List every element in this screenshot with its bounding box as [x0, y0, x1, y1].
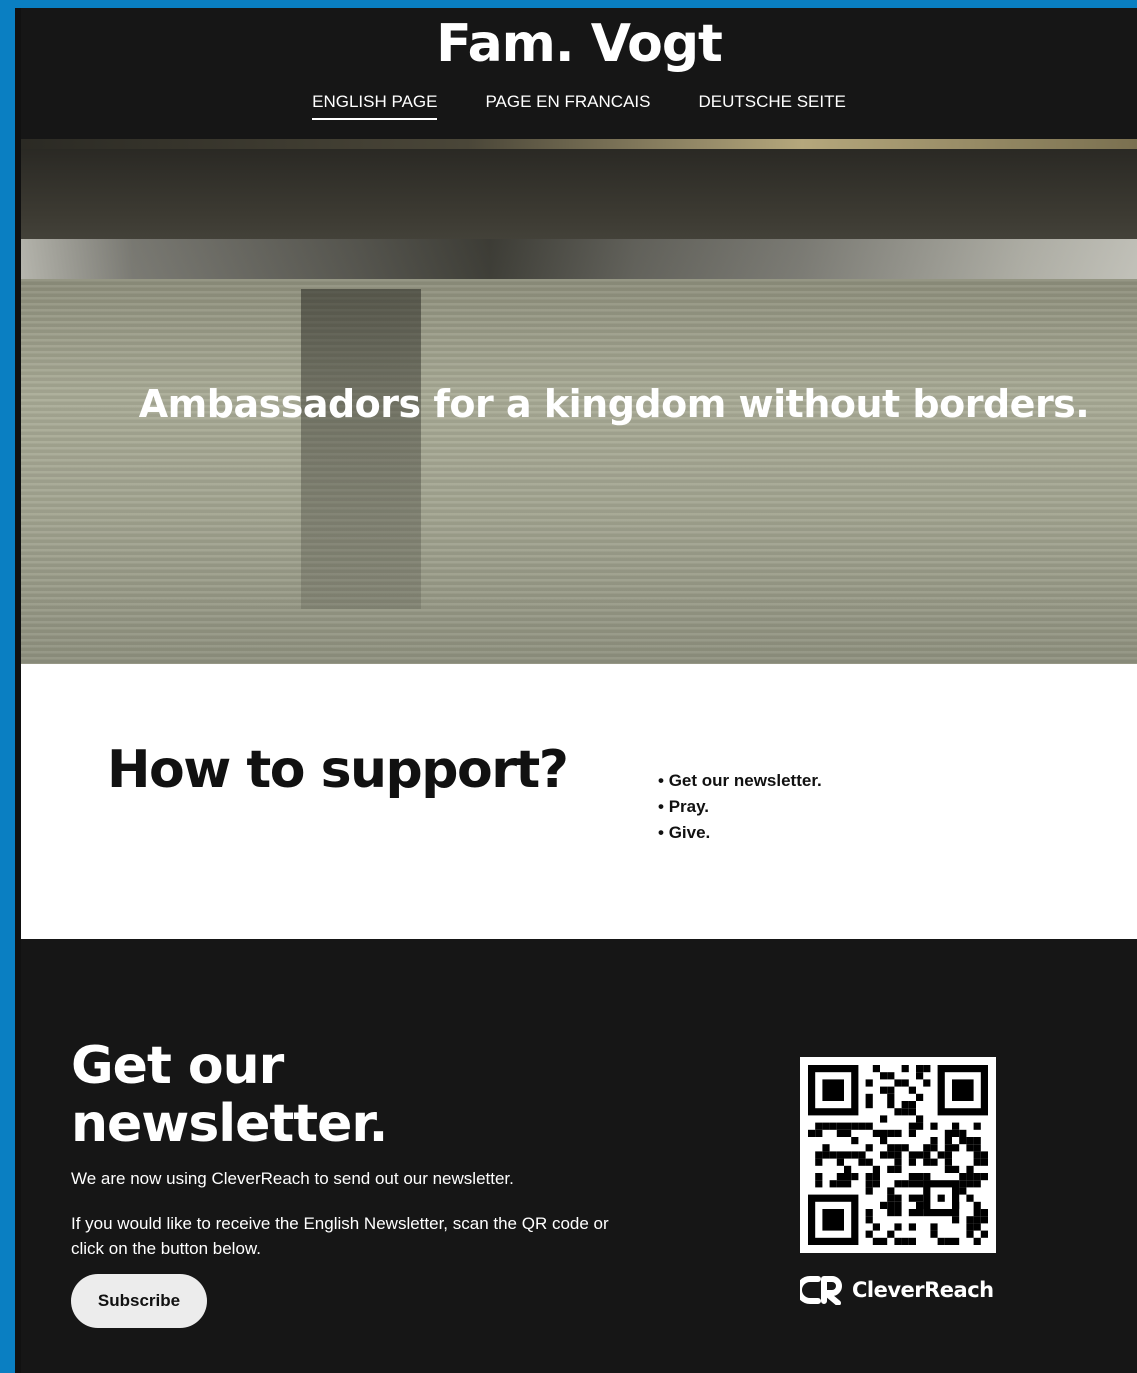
newsletter-instructions-text: If you would like to receive the English… [71, 1214, 609, 1258]
nav-english-page[interactable]: ENGLISH PAGE [312, 92, 438, 120]
page-edge-top [0, 0, 1137, 8]
cleverreach-brand-name: CleverReach [852, 1278, 994, 1302]
cleverreach-logo: CleverReach [800, 1273, 994, 1307]
support-section: How to support? Get our newsletter. Pray… [21, 664, 1137, 939]
qr-code-icon [808, 1065, 988, 1245]
site-title[interactable]: Fam. Vogt [21, 14, 1137, 74]
site-header: Fam. Vogt ENGLISH PAGE PAGE EN FRANCAIS … [21, 8, 1137, 139]
support-item-give: Give. [658, 820, 822, 846]
hero-banner: Ambassadors for a kingdom without border… [21, 139, 1137, 664]
newsletter-section: Get our newsletter. We are now using Cle… [21, 939, 1137, 1373]
subscribe-button[interactable]: Subscribe [71, 1274, 207, 1328]
hero-water [21, 279, 1137, 664]
page-edge-left [0, 0, 15, 1373]
browser-frame: Fam. Vogt ENGLISH PAGE PAGE EN FRANCAIS … [15, 8, 1137, 1373]
page-content: Fam. Vogt ENGLISH PAGE PAGE EN FRANCAIS … [21, 8, 1137, 1373]
support-item-newsletter: Get our newsletter. [658, 768, 822, 794]
newsletter-title: Get our newsletter. [71, 1036, 388, 1154]
support-list: Get our newsletter. Pray. Give. [658, 768, 822, 846]
hero-reflection [301, 289, 421, 609]
nav-page-en-francais[interactable]: PAGE EN FRANCAIS [485, 92, 650, 120]
newsletter-intro-text: We are now using CleverReach to send out… [71, 1169, 514, 1188]
nav-deutsche-seite[interactable]: DEUTSCHE SEITE [698, 92, 845, 120]
support-item-pray: Pray. [658, 794, 822, 820]
language-nav: ENGLISH PAGE PAGE EN FRANCAIS DEUTSCHE S… [21, 92, 1137, 120]
cleverreach-mark-icon [800, 1276, 842, 1305]
support-title: How to support? [107, 740, 569, 800]
hero-tagline: Ambassadors for a kingdom without border… [138, 382, 1090, 426]
qr-code[interactable] [800, 1057, 996, 1253]
hero-boats [21, 239, 1137, 279]
